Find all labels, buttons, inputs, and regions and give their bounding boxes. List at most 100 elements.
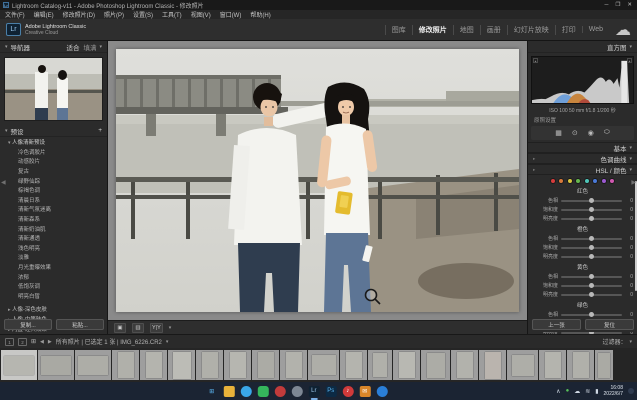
tray-icon[interactable]: ● bbox=[566, 388, 570, 394]
previous-photo-arrow-icon[interactable]: ◀ bbox=[40, 339, 44, 345]
preset-item[interactable]: 明亮白皙 bbox=[0, 291, 107, 301]
chevron-down-icon[interactable]: ▾ bbox=[5, 44, 8, 50]
preset-item[interactable]: 淡雅 bbox=[0, 253, 107, 263]
menu-item[interactable]: 视图(V) bbox=[191, 10, 211, 19]
preset-group-expanded[interactable]: ▾ 人像清新预设 bbox=[0, 137, 107, 147]
color-chip[interactable] bbox=[601, 178, 607, 184]
luminance-slider[interactable] bbox=[561, 218, 622, 220]
taskbar-app-icon[interactable]: Lr bbox=[308, 386, 319, 397]
taskbar-app-icon[interactable] bbox=[376, 386, 387, 397]
saturation-slider[interactable] bbox=[561, 209, 622, 211]
color-chip[interactable] bbox=[550, 178, 556, 184]
luminance-slider[interactable] bbox=[561, 256, 622, 258]
filmstrip-thumbnail[interactable] bbox=[38, 350, 74, 380]
next-photo-arrow-icon[interactable]: ▶ bbox=[48, 339, 52, 345]
filmstrip-thumbnail[interactable] bbox=[479, 350, 506, 380]
filmstrip-thumbnail[interactable] bbox=[507, 350, 538, 380]
loupe-view-icon[interactable]: ▣ bbox=[114, 323, 126, 333]
filmstrip-thumbnail[interactable] bbox=[196, 350, 223, 380]
hsl-panel-header[interactable]: ▸ HSL / 颜色 ▾ bbox=[528, 164, 637, 175]
filmstrip-thumbnail[interactable] bbox=[567, 350, 594, 380]
luminance-slider[interactable] bbox=[561, 294, 622, 296]
previous-button[interactable]: 上一张 bbox=[532, 319, 581, 330]
tone-curve-panel-header[interactable]: ▸ 色调曲线 ▾ bbox=[528, 153, 637, 164]
filmstrip-thumbnail[interactable] bbox=[368, 350, 392, 380]
menu-item[interactable]: 编辑(E) bbox=[34, 10, 54, 19]
module-tab[interactable]: 幻灯片放映 bbox=[507, 25, 555, 35]
color-chip[interactable] bbox=[558, 178, 564, 184]
saturation-slider[interactable] bbox=[561, 285, 622, 287]
filmstrip-thumbnail[interactable] bbox=[595, 350, 613, 380]
masking-tool-icon[interactable]: ⬭ bbox=[604, 129, 610, 137]
hue-slider[interactable] bbox=[561, 200, 622, 202]
tray-icon[interactable]: ☁ bbox=[574, 388, 580, 395]
tray-icon[interactable]: ≋ bbox=[585, 388, 590, 395]
zoom-fill-button[interactable]: 填满 bbox=[83, 42, 96, 52]
preset-item[interactable]: 清新奶油肌 bbox=[0, 224, 107, 234]
module-tab[interactable]: Web bbox=[582, 26, 609, 33]
filmstrip-thumbnail[interactable] bbox=[280, 350, 307, 380]
preset-item[interactable]: 冷色调胶片 bbox=[0, 147, 107, 157]
preset-item[interactable]: 清晨日系 bbox=[0, 195, 107, 205]
grid-view-icon[interactable]: ⊞ bbox=[31, 338, 36, 345]
filmstrip-thumbnail[interactable] bbox=[140, 350, 167, 380]
cloud-sync-icon[interactable]: ☁ bbox=[615, 20, 631, 40]
preset-item[interactable]: 月光重曝效果 bbox=[0, 262, 107, 272]
module-tab[interactable]: 地图 bbox=[453, 25, 480, 35]
menu-item[interactable]: 文件(F) bbox=[5, 10, 25, 19]
module-tab[interactable]: 画册 bbox=[480, 25, 507, 35]
right-panel-collapse-arrow[interactable]: ▶ bbox=[631, 179, 636, 186]
notification-center-icon[interactable] bbox=[628, 388, 634, 394]
menu-item[interactable]: 窗口(W) bbox=[220, 10, 242, 19]
presets-header[interactable]: ▾ 预设 + bbox=[0, 125, 107, 137]
taskbar-app-icon[interactable]: ✉ bbox=[359, 386, 370, 397]
redeye-tool-icon[interactable]: ◉ bbox=[588, 129, 594, 137]
before-after-icon[interactable]: Y|Y bbox=[150, 323, 163, 333]
panel-solo-arrow-icon[interactable]: ▸ bbox=[533, 156, 535, 162]
preset-item[interactable]: 清新通透 bbox=[0, 233, 107, 243]
filmstrip-thumbnail[interactable] bbox=[112, 350, 139, 380]
left-panel-collapse-arrow[interactable]: ◀ bbox=[1, 179, 6, 186]
preset-item[interactable]: 清新森系 bbox=[0, 214, 107, 224]
color-chip[interactable] bbox=[567, 178, 573, 184]
crop-tool-icon[interactable]: ▦ bbox=[555, 129, 562, 137]
reference-view-icon[interactable]: ▥ bbox=[132, 323, 144, 333]
menu-item[interactable]: 帮助(H) bbox=[250, 10, 270, 19]
hue-slider[interactable] bbox=[561, 314, 622, 316]
taskbar-app-icon[interactable]: ♪ bbox=[342, 386, 353, 397]
filmstrip-thumbnail[interactable] bbox=[393, 350, 420, 380]
tray-icon[interactable]: ▮ bbox=[595, 388, 598, 395]
preset-item[interactable]: 复古 bbox=[0, 166, 107, 176]
taskbar-app-icon[interactable] bbox=[257, 386, 268, 397]
color-chip[interactable] bbox=[609, 178, 615, 184]
filmstrip-thumbnail[interactable] bbox=[1, 350, 37, 380]
zoom-options-icon[interactable]: ▾ bbox=[99, 44, 102, 50]
menu-item[interactable]: 工具(T) bbox=[162, 10, 182, 19]
module-tab[interactable]: 修改照片 bbox=[412, 25, 453, 35]
preset-item[interactable]: 浅色明亮 bbox=[0, 243, 107, 253]
filmstrip-thumbnail[interactable] bbox=[168, 350, 195, 380]
preset-item[interactable]: 低饱灰调 bbox=[0, 281, 107, 291]
navigator-preview[interactable] bbox=[4, 57, 103, 121]
taskbar-app-icon[interactable] bbox=[223, 386, 234, 397]
taskbar-app-icon[interactable] bbox=[240, 386, 251, 397]
taskbar-app-icon[interactable] bbox=[274, 386, 285, 397]
color-chip[interactable] bbox=[575, 178, 581, 184]
secondary-monitor-icon[interactable]: 2 bbox=[18, 338, 27, 346]
preset-item[interactable]: 动感胶片 bbox=[0, 157, 107, 167]
hue-slider[interactable] bbox=[561, 238, 622, 240]
preset-item[interactable]: 绿野仙踪 bbox=[0, 176, 107, 186]
preset-group[interactable]: ▸ 人像-深色皮肤 bbox=[0, 304, 107, 314]
healing-tool-icon[interactable]: ⊙ bbox=[572, 129, 578, 137]
taskbar-clock[interactable]: 16:08 2022/6/7 bbox=[604, 385, 623, 397]
filmstrip-thumbnail[interactable] bbox=[451, 350, 478, 380]
taskbar-app-icon[interactable] bbox=[291, 386, 302, 397]
filmstrip-source-path[interactable]: 所有照片 | 已选定 1 张 | IMG_6226.CR2 bbox=[56, 337, 162, 346]
zoom-fit-button[interactable]: 适合 bbox=[66, 42, 79, 52]
tray-icon[interactable]: ∧ bbox=[556, 388, 560, 395]
minimize-button[interactable]: ─ bbox=[605, 2, 609, 8]
paste-settings-button[interactable]: 粘贴... bbox=[56, 319, 104, 330]
close-button[interactable]: ✕ bbox=[627, 2, 632, 8]
add-preset-button[interactable]: + bbox=[98, 127, 102, 134]
taskbar-app-icon[interactable]: Ps bbox=[325, 386, 336, 397]
